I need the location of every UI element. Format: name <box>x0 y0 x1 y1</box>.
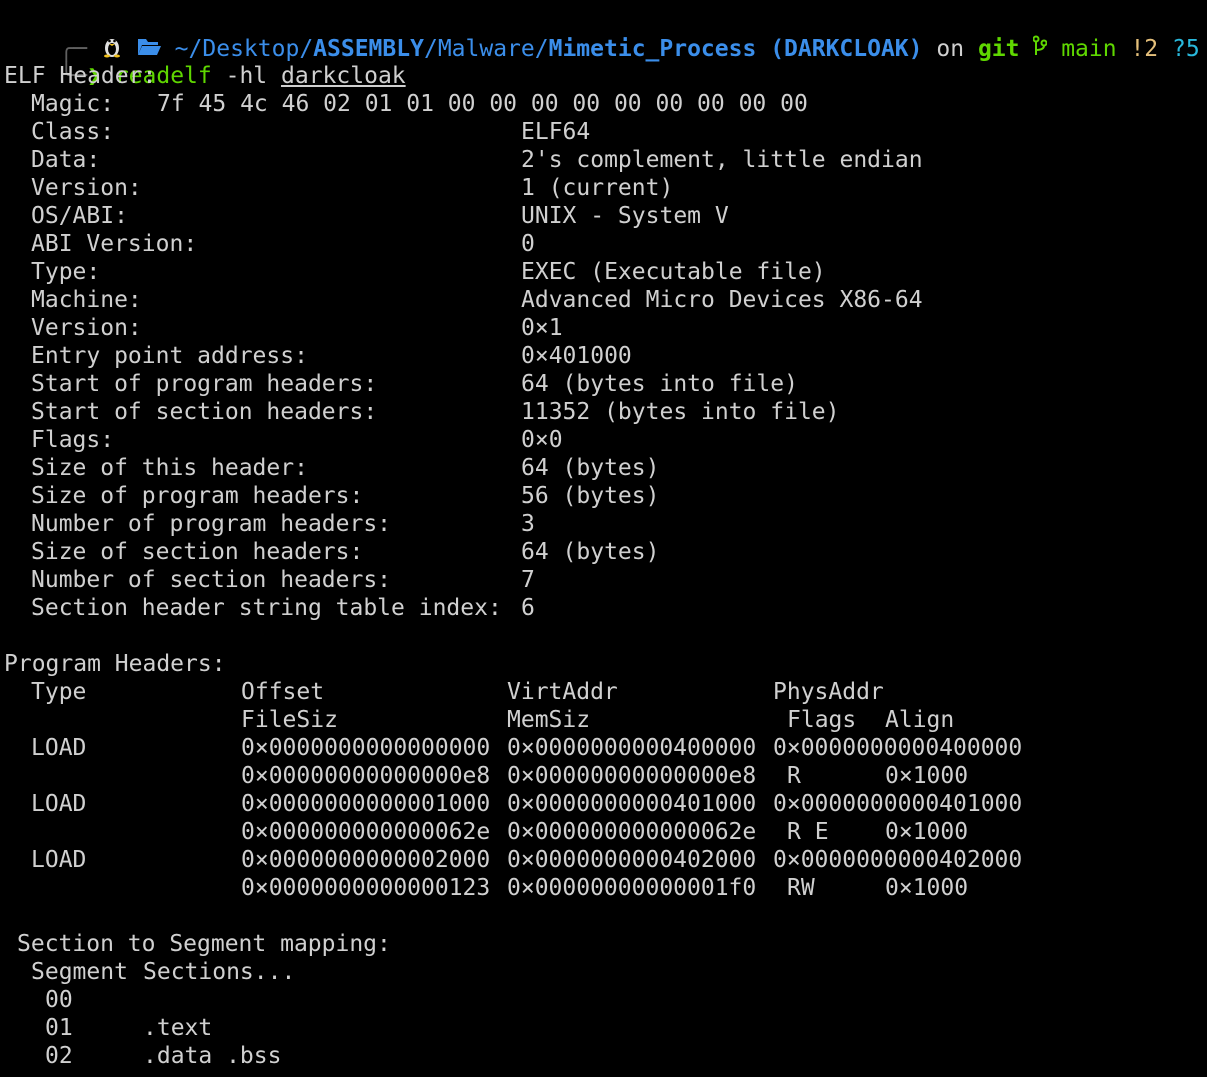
elf-field-value: 6 <box>521 595 535 621</box>
mapping-sections: .text <box>143 1015 213 1041</box>
elf-field-value: 0×1 <box>521 315 563 341</box>
elf-field-label: Machine: <box>31 287 142 313</box>
elf-field-value: 2's complement, little endian <box>521 147 923 173</box>
repo-tag: (DARKCLOAK) <box>770 36 923 62</box>
segment-physaddr: 0×0000000000402000 <box>773 847 1023 873</box>
segment-type: LOAD <box>31 847 87 873</box>
path-segment: Malware <box>437 36 535 62</box>
segment-virtaddr: 0×0000000000401000 <box>507 791 757 817</box>
elf-field-value: 64 (bytes) <box>521 539 660 565</box>
segment-memsiz: 0×000000000000062e <box>507 819 757 845</box>
mapping-sections: .data .bss <box>143 1043 282 1069</box>
elf-field-label: Size of this header: <box>31 455 308 481</box>
elf-field-value: 11352 (bytes into file) <box>521 399 840 425</box>
elf-field-value: UNIX - System V <box>521 203 729 229</box>
elf-field-label: OS/ABI: <box>31 203 128 229</box>
segment-type: LOAD <box>31 735 87 761</box>
elf-field-label: Type: <box>31 259 101 285</box>
mapping-segment: 01 <box>45 1015 73 1041</box>
elf-field-value: 1 (current) <box>521 175 674 201</box>
command-args: -hl <box>225 63 268 89</box>
elf-field-label: Flags: <box>31 427 115 453</box>
elf-field-label: Class: <box>31 119 115 145</box>
col-type: Type <box>31 679 87 705</box>
mapping-segment: 02 <box>45 1043 73 1069</box>
terminal-window[interactable]: ╭─ ~/Desktop/ASSEMBLY/Malware/Mimetic_Pr… <box>0 0 1207 1077</box>
segment-offset: 0×0000000000001000 <box>241 791 491 817</box>
elf-field-label: Section header string table index: <box>31 595 502 621</box>
git-modified-count: !2 <box>1130 36 1159 62</box>
elf-field-label: Size of program headers: <box>31 483 364 509</box>
col-flags: Flags <box>787 707 857 733</box>
mapping-segment: 00 <box>45 987 73 1013</box>
segment-flags: R E <box>787 819 829 845</box>
elf-field-value: ELF64 <box>521 119 591 145</box>
elf-field-label: ABI Version: <box>31 231 198 257</box>
segment-virtaddr: 0×0000000000402000 <box>507 847 757 873</box>
elf-field-value: 3 <box>521 511 535 537</box>
elf-field-value: 7 <box>521 567 535 593</box>
gear-icon <box>1174 6 1207 34</box>
segment-flags: RW <box>787 875 815 901</box>
col-align: Align <box>885 707 955 733</box>
col-sections: Sections... <box>143 959 296 985</box>
elf-field-label: Version: <box>31 175 142 201</box>
elf-field-label: Start of program headers: <box>31 371 378 397</box>
elf-field-label: Start of section headers: <box>31 399 378 425</box>
elf-field-value: 56 (bytes) <box>521 483 660 509</box>
on-word: on <box>936 36 965 62</box>
col-memsiz: MemSiz <box>507 707 591 733</box>
col-filesiz: FileSiz <box>241 707 338 733</box>
elf-field-value: 0×401000 <box>521 343 632 369</box>
segment-type: LOAD <box>31 791 87 817</box>
elf-field-value: 0 <box>521 231 535 257</box>
elf-field-label: Version: <box>31 315 142 341</box>
col-virtaddr: VirtAddr <box>507 679 618 705</box>
elf-field-label: Number of section headers: <box>31 567 392 593</box>
segment-physaddr: 0×0000000000401000 <box>773 791 1023 817</box>
elf-field-value: 0×0 <box>521 427 563 453</box>
path-sep: / <box>534 36 549 62</box>
command-line[interactable]: ╰─❯ readelf -hl darkcloak <box>4 34 405 89</box>
segment-offset: 0×0000000000002000 <box>241 847 491 873</box>
segment-flags: R <box>787 763 801 789</box>
path-sep: / <box>423 36 438 62</box>
magic-value: 7f 45 4c 46 02 01 01 00 00 00 00 00 00 0… <box>157 91 808 117</box>
segment-physaddr: 0×0000000000400000 <box>773 735 1023 761</box>
elf-field-value: 64 (bytes) <box>521 455 660 481</box>
path-segment-current: Mimetic_Process <box>548 36 757 62</box>
git-label: git <box>977 36 1020 62</box>
git-branch-name: main <box>1061 36 1117 62</box>
elf-field-label: Data: <box>31 147 101 173</box>
segment-memsiz: 0×00000000000001f0 <box>507 875 757 901</box>
elf-field-value: 64 (bytes into file) <box>521 371 798 397</box>
git-branch-icon <box>1032 35 1048 64</box>
segment-virtaddr: 0×0000000000400000 <box>507 735 757 761</box>
col-offset: Offset <box>241 679 325 705</box>
elf-field-value: Advanced Micro Devices X86-64 <box>521 287 923 313</box>
segment-filesiz: 0×0000000000000123 <box>241 875 491 901</box>
segment-align: 0×1000 <box>885 819 969 845</box>
command-file: darkcloak <box>281 63 406 89</box>
col-physaddr: PhysAddr <box>773 679 884 705</box>
elf-field-value: EXEC (Executable file) <box>521 259 826 285</box>
elf-field-label: Number of program headers: <box>31 511 392 537</box>
mapping-title: Section to Segment mapping: <box>17 931 391 957</box>
magic-label: Magic: <box>31 91 115 117</box>
elf-field-label: Entry point address: <box>31 343 308 369</box>
segment-filesiz: 0×00000000000000e8 <box>241 763 491 789</box>
col-segment: Segment <box>31 959 128 985</box>
segment-align: 0×1000 <box>885 875 969 901</box>
elf-field-label: Size of section headers: <box>31 539 364 565</box>
elf-header-title: ELF Header: <box>4 63 157 89</box>
segment-offset: 0×0000000000000000 <box>241 735 491 761</box>
prompt-line: ╭─ ~/Desktop/ASSEMBLY/Malware/Mimetic_Pr… <box>4 6 1200 62</box>
program-headers-title: Program Headers: <box>4 651 226 677</box>
segment-align: 0×1000 <box>885 763 969 789</box>
segment-memsiz: 0×00000000000000e8 <box>507 763 757 789</box>
segment-filesiz: 0×000000000000062e <box>241 819 491 845</box>
